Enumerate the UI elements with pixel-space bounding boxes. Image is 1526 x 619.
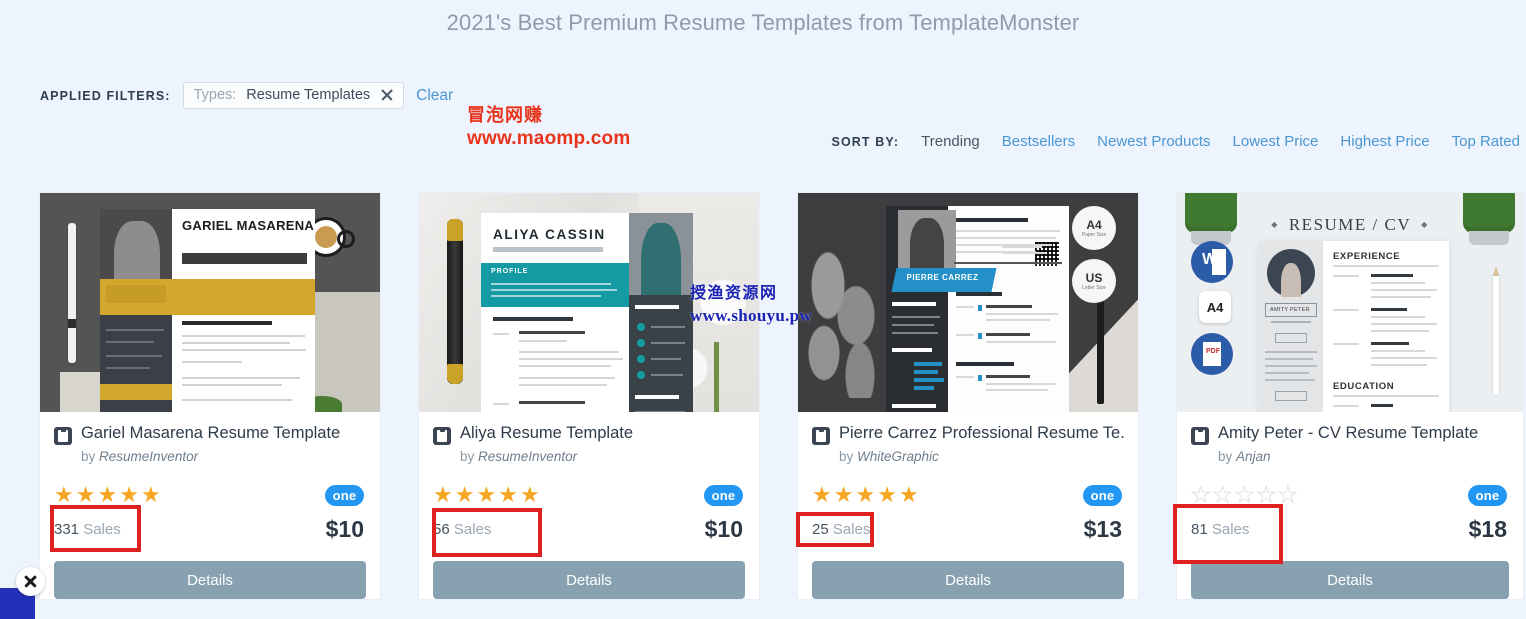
filter-chip-value: Resume Templates — [246, 87, 371, 103]
thumb-badge-word: W — [1191, 241, 1233, 283]
author-name[interactable]: ResumeInventor — [478, 449, 577, 464]
sales-label: Sales — [832, 521, 871, 538]
sort-option-highest-price[interactable]: Highest Price — [1340, 133, 1429, 150]
watermark-maomp-line2: www.maomp.com — [467, 128, 631, 150]
clear-filters-link[interactable]: Clear — [416, 87, 453, 105]
rating-stars: ★ ★ ★ ★ ★ — [433, 482, 540, 507]
author-name[interactable]: Anjan — [1236, 449, 1271, 464]
document-icon — [1191, 427, 1209, 445]
rating-stars: ★ ★ ★ ★ ★ — [1191, 482, 1299, 507]
product-card[interactable]: A4 Paper Size US Letter Size PIERRE CARR… — [798, 193, 1138, 599]
details-button[interactable]: Details — [812, 561, 1124, 599]
product-card[interactable]: GARIEL MASARENA Gariel Masarena Resume T… — [40, 193, 380, 599]
product-thumbnail[interactable]: A4 Paper Size US Letter Size PIERRE CARR… — [798, 193, 1138, 412]
page-title: 2021's Best Premium Resume Templates fro… — [446, 10, 1080, 35]
thumb-badge-a4: A4 Paper Size — [1072, 206, 1116, 250]
product-title[interactable]: Amity Peter - CV Resume Template — [1218, 424, 1478, 443]
rating-stars: ★ ★ ★ ★ ★ — [812, 482, 919, 507]
sales-label: Sales — [453, 521, 492, 538]
sort-option-bestsellers[interactable]: Bestsellers — [1002, 133, 1075, 150]
product-price: $18 — [1468, 516, 1507, 542]
thumb-badge-a4: A4 — [1199, 291, 1231, 323]
details-button[interactable]: Details — [1191, 561, 1509, 599]
product-thumbnail[interactable]: RESUME / CV W A4 PDF AMITY PETER — [1177, 193, 1523, 412]
by-label: by — [1218, 449, 1233, 464]
thumb-badge-pdf-label: PDF — [1206, 348, 1220, 355]
sort-option-top-rated[interactable]: Top Rated — [1452, 133, 1520, 150]
product-author: by Anjan — [1218, 449, 1509, 464]
sales-count: 25 Sales — [812, 521, 870, 538]
document-icon — [54, 427, 72, 445]
product-grid: GARIEL MASARENA Gariel Masarena Resume T… — [40, 193, 1523, 599]
thumb-section-education: EDUCATION — [1333, 381, 1395, 392]
filter-chip-resume-templates[interactable]: Types: Resume Templates — [182, 82, 405, 109]
page-root: 2021's Best Premium Resume Templates fro… — [0, 0, 1526, 619]
thumb-name-text: ALIYA CASSIN — [493, 227, 606, 242]
product-price: $13 — [1083, 516, 1122, 542]
sort-by-label: SORT BY: — [831, 134, 900, 149]
thumb-name-text: GARIEL MASARENA — [182, 218, 315, 233]
by-label: by — [460, 449, 475, 464]
product-title[interactable]: Aliya Resume Template — [460, 424, 633, 443]
watermark-maomp-line1: 冒泡网赚 — [467, 105, 543, 125]
sales-count: 56 Sales — [433, 521, 491, 538]
sales-label: Sales — [1211, 521, 1250, 538]
details-button[interactable]: Details — [54, 561, 366, 599]
sales-label: Sales — [83, 521, 121, 538]
product-title[interactable]: Gariel Masarena Resume Template — [81, 424, 340, 443]
product-thumbnail[interactable]: ALIYA CASSIN PROFILE — [419, 193, 759, 412]
sales-number: 25 — [812, 521, 829, 538]
by-label: by — [81, 449, 96, 464]
product-thumbnail[interactable]: GARIEL MASARENA — [40, 193, 380, 412]
product-card[interactable]: ALIYA CASSIN PROFILE Aliya Resume Templa… — [419, 193, 759, 599]
applied-filters-bar: APPLIED FILTERS: Types: Resume Templates… — [40, 82, 453, 109]
sort-option-lowest-price[interactable]: Lowest Price — [1233, 133, 1319, 150]
document-icon — [433, 427, 451, 445]
applied-filters-label: APPLIED FILTERS: — [40, 88, 171, 103]
product-price: $10 — [704, 516, 743, 542]
filter-chip-prefix: Types: — [193, 87, 237, 103]
one-subscription-badge: one — [704, 484, 743, 506]
thumb-name-text: AMITY PETER — [1270, 307, 1310, 313]
sales-number: 81 — [1191, 521, 1208, 538]
product-author: by ResumeInventor — [460, 449, 745, 464]
thumb-badge-us-sub: Letter Size — [1082, 285, 1106, 291]
watermark-maomp: 冒泡网赚 www.maomp.com — [467, 104, 630, 151]
product-author: by ResumeInventor — [81, 449, 366, 464]
sales-number: 56 — [433, 521, 450, 538]
close-icon[interactable] — [380, 88, 394, 102]
thumb-badge-a4-main: A4 — [1086, 218, 1102, 232]
thumb-name-text: PIERRE CARREZ — [906, 273, 979, 282]
thumb-badge-a4-sub: Paper Size — [1081, 232, 1107, 238]
details-button[interactable]: Details — [433, 561, 745, 599]
close-icon[interactable] — [16, 567, 45, 596]
one-subscription-badge: one — [1083, 484, 1122, 506]
document-icon — [812, 427, 830, 445]
thumb-badge-pdf: PDF — [1191, 333, 1233, 375]
product-title[interactable]: Pierre Carrez Professional Resume Te... — [839, 424, 1124, 443]
sort-option-trending[interactable]: Trending — [921, 133, 980, 150]
sort-bar: SORT BY: Trending Bestsellers Newest Pro… — [832, 133, 1526, 150]
thumb-section-experience: EXPERIENCE — [1333, 251, 1401, 262]
thumb-badge-us-main: US — [1085, 271, 1103, 285]
product-price: $10 — [325, 516, 364, 542]
one-subscription-badge: one — [325, 484, 364, 506]
by-label: by — [839, 449, 854, 464]
product-card[interactable]: RESUME / CV W A4 PDF AMITY PETER — [1177, 193, 1523, 599]
rating-stars: ★ ★ ★ ★ ★ — [54, 482, 161, 507]
thumb-badge-us: US Letter Size — [1072, 259, 1116, 303]
sales-number: 331 — [54, 521, 80, 538]
sales-count: 331 Sales — [54, 521, 121, 538]
product-author: by WhiteGraphic — [839, 449, 1124, 464]
author-name[interactable]: ResumeInventor — [99, 449, 198, 464]
author-name[interactable]: WhiteGraphic — [857, 449, 939, 464]
one-subscription-badge: one — [1468, 484, 1507, 506]
sort-option-newest-products[interactable]: Newest Products — [1097, 133, 1210, 150]
sales-count: 81 Sales — [1191, 521, 1249, 538]
thumb-heading: RESUME / CV — [1177, 215, 1523, 235]
